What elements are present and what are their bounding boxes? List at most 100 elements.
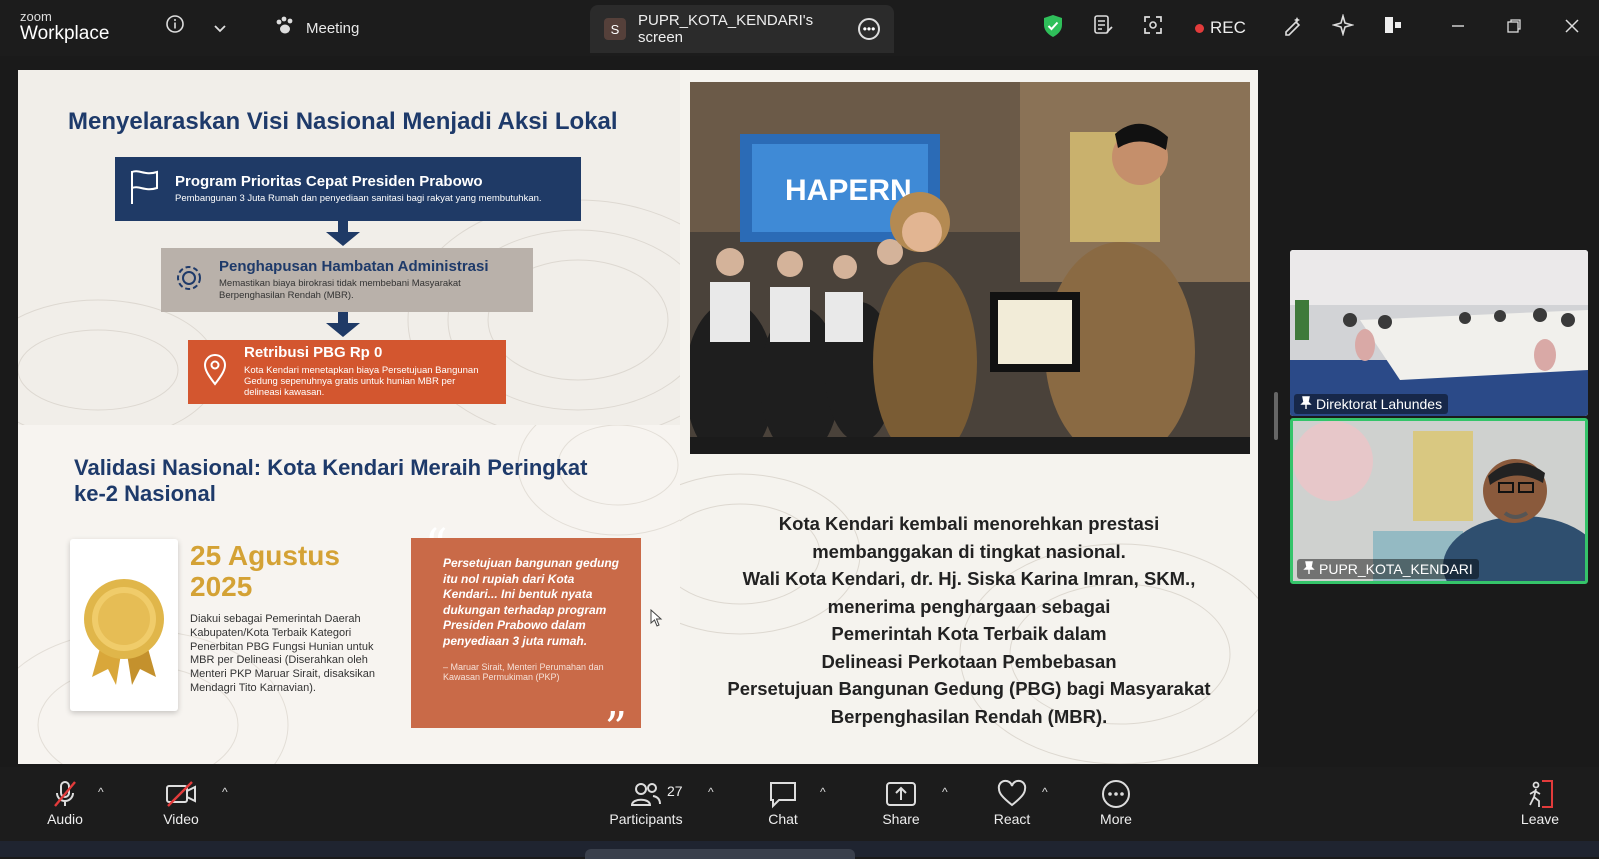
annotate-icon[interactable] [1280, 14, 1306, 42]
screen-text: HAPERN [785, 174, 912, 207]
award-medal-card [70, 539, 178, 711]
participants-count: 27 [667, 783, 683, 799]
participant-name: PUPR_KOTA_KENDARI [1319, 561, 1473, 577]
recording-indicator[interactable]: REC [1195, 14, 1246, 42]
chat-icon [767, 777, 799, 811]
screen-share-label: PUPR_KOTA_KENDARI's screen [638, 12, 814, 46]
share-button[interactable]: Share [880, 777, 922, 835]
shared-screen: Menyelaraskan Visi Nasional Menjadi Aksi… [18, 70, 1258, 764]
body-line: Wali Kota Kendari, dr. Hj. Siska Karina … [742, 568, 1196, 589]
award-date: 25 Agustus 2025 [190, 540, 340, 602]
body-line: Kota Kendari kembali menorehkan prestasi [778, 513, 1160, 534]
more-options-icon[interactable]: ••• [858, 18, 880, 40]
leave-label: Leave [1520, 811, 1560, 827]
close-quote-icon: ” [604, 703, 628, 754]
quote-attribution: – Maruar Sirait, Menteri Perumahan dan K… [443, 661, 604, 683]
slide-title: Menyelaraskan Visi Nasional Menjadi Aksi… [68, 108, 618, 135]
participant-video [1293, 421, 1585, 581]
share-screen-icon [884, 777, 918, 811]
down-arrow-icon [326, 323, 360, 337]
side-panel-icon[interactable] [1380, 14, 1406, 42]
pin-icon [1303, 560, 1315, 578]
body-line: Berpenghasilan Rendah (MBR). [830, 705, 1108, 727]
quote-text: Persetujuan bangunan gedung itu nol rupi… [443, 556, 620, 648]
participants-options-caret-icon[interactable]: ^ [708, 785, 714, 799]
video-off-icon [164, 777, 198, 811]
more-button[interactable]: More [1096, 777, 1136, 835]
validation-section: Validasi Nasional: Kota Kendari Meraih P… [18, 425, 680, 764]
participant-name-tag: PUPR_KOTA_KENDARI [1297, 559, 1479, 579]
body-line: Pemerintah Kota Terbaik dalam [831, 623, 1107, 644]
leave-door-icon [1524, 777, 1556, 811]
chat-options-caret-icon[interactable]: ^ [820, 785, 826, 799]
flag-icon [127, 168, 161, 211]
screen-share-tab[interactable]: S PUPR_KOTA_KENDARI's screen ••• [590, 5, 894, 53]
chat-button[interactable]: Chat [763, 777, 803, 835]
minimize-icon[interactable] [1446, 14, 1470, 42]
body-line: menerima penghargaan sebagai [827, 595, 1111, 617]
meeting-label: Meeting [306, 19, 360, 37]
step-3-subtitle: Kota Kendari menetapkan biaya Persetujua… [244, 364, 479, 399]
mouse-cursor-icon [650, 608, 664, 632]
open-quote-icon: “ [425, 520, 448, 571]
rec-label: REC [1210, 18, 1246, 37]
participant-tile-active-speaker[interactable]: PUPR_KOTA_KENDARI [1290, 418, 1588, 584]
step-2-title: Penghapusan Hambatan Administrasi [219, 257, 489, 275]
step-1: Program Prioritas Cepat Presiden Prabowo… [115, 157, 581, 221]
title-bar: zoom Workplace Meeting S PUPR_KOTA_KENDA… [0, 0, 1599, 56]
chat-label: Chat [768, 811, 798, 827]
react-options-caret-icon[interactable]: ^ [1042, 785, 1048, 799]
video-label: Video [163, 811, 199, 827]
sharer-avatar: S [604, 18, 626, 40]
zoom-logo: zoom Workplace [20, 9, 110, 44]
step-2-subtitle: Memastikan biaya birokrasi tidak membeba… [219, 278, 461, 301]
medal-icon [84, 579, 164, 685]
step-3: Retribusi PBG Rp 0 Kota Kendari menetapk… [188, 340, 506, 404]
participants-label: Participants [609, 811, 683, 827]
ai-companion-icon[interactable] [1330, 13, 1356, 42]
down-arrow-icon [326, 232, 360, 246]
section-title: Validasi Nasional: Kota Kendari Meraih P… [74, 455, 588, 507]
video-button[interactable]: Video [160, 777, 202, 835]
record-dot-icon [1195, 23, 1204, 33]
award-ceremony-photo: HAPERN [690, 82, 1250, 454]
share-label: Share [882, 811, 920, 827]
paw-icon [274, 16, 296, 40]
gear-icon [173, 262, 205, 299]
slide-body-text: Kota Kendari kembali menorehkan prestasi… [680, 510, 1258, 730]
more-dots-icon [1100, 777, 1132, 811]
participant-name: Direktorat Lahundes [1316, 396, 1443, 412]
close-icon[interactable] [1560, 14, 1584, 42]
meeting-menu[interactable]: Meeting [274, 14, 359, 42]
layout-icon[interactable] [1140, 14, 1166, 42]
panel-scrollbar[interactable] [1274, 392, 1278, 440]
restore-icon[interactable] [1502, 14, 1526, 42]
react-button[interactable]: React [991, 777, 1033, 835]
notes-icon[interactable] [1090, 14, 1116, 42]
security-shield-icon[interactable] [1040, 14, 1066, 42]
chevron-down-icon[interactable] [208, 14, 232, 42]
slide-left-panel: Menyelaraskan Visi Nasional Menjadi Aksi… [18, 70, 680, 764]
taskbar-search[interactable] [585, 849, 855, 859]
microphone-muted-icon [49, 777, 81, 811]
step-2: Penghapusan Hambatan Administrasi Memast… [161, 248, 533, 312]
body-line: membanggakan di tingkat nasional. [812, 540, 1126, 562]
step-1-subtitle: Pembangunan 3 Juta Rumah dan penyediaan … [175, 193, 542, 205]
slide-right-panel: HAPERN Kota Kendari kembali menorehkan p… [680, 70, 1258, 764]
participant-tile[interactable]: Direktorat Lahundes [1290, 250, 1588, 416]
audio-button[interactable]: Audio [44, 777, 86, 835]
audio-options-caret-icon[interactable]: ^ [98, 785, 104, 799]
step-3-title: Retribusi PBG Rp 0 [244, 344, 383, 362]
participant-name-tag: Direktorat Lahundes [1294, 394, 1449, 414]
share-options-caret-icon[interactable]: ^ [942, 785, 948, 799]
video-options-caret-icon[interactable]: ^ [222, 785, 228, 799]
info-icon[interactable] [163, 14, 187, 42]
step-1-title: Program Prioritas Cepat Presiden Prabowo [175, 172, 483, 190]
react-label: React [993, 811, 1031, 827]
location-pin-icon [200, 353, 230, 392]
heart-icon [996, 777, 1028, 811]
participants-icon [629, 777, 663, 811]
pin-icon [1300, 395, 1312, 413]
leave-button[interactable]: Leave [1520, 777, 1560, 835]
quote-card: “ Persetujuan bangunan gedung itu nol ru… [411, 520, 641, 754]
